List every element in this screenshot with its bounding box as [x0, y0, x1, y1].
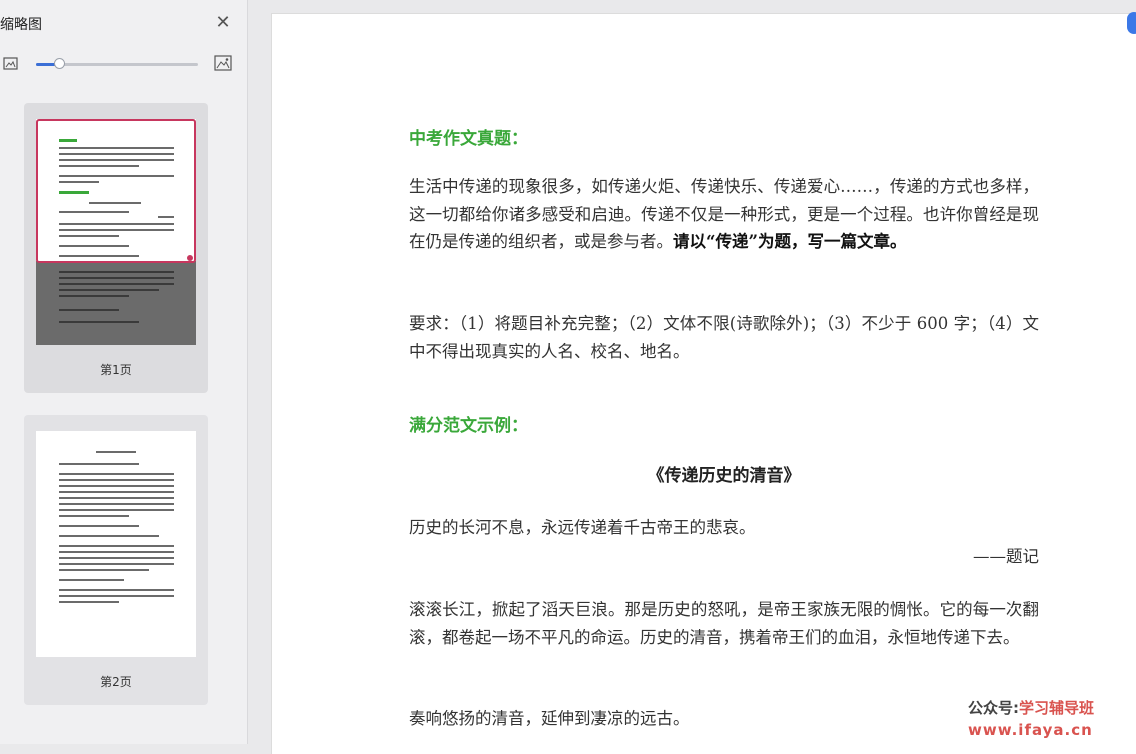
thumbnail-page-2-label: 第2页	[100, 675, 132, 689]
thumbnail-page-1[interactable]: 第1页	[24, 103, 208, 393]
requirement-paragraph: 要求：（1）将题目补充完整；（2）文体不限(诗歌除外)；（3）不少于 600 字…	[409, 314, 1039, 361]
sidebar-title: 缩略图	[0, 17, 42, 33]
watermark-name: 学习辅导班	[1019, 699, 1095, 717]
prompt-instruction: 请以“传递”为题，写一篇文章。	[673, 232, 907, 251]
watermark-prefix: 公众号:	[968, 699, 1019, 717]
prompt-paragraph: 生活中传递的现象很多，如传递火炬、传递快乐、传递爱心……，传递的方式也多样，这一…	[409, 173, 1039, 256]
exam-heading: 中考作文真题：	[409, 129, 528, 149]
epigraph-note: ——题记	[973, 547, 1039, 566]
essay-paragraph-3: 奏响悠扬的清音，延伸到凄凉的远古。	[409, 709, 690, 728]
thumbnail-page-2-preview	[36, 431, 196, 657]
zoom-slider[interactable]	[36, 58, 198, 69]
thumbnail-page-1-label: 第1页	[100, 363, 132, 377]
close-icon[interactable]: ✕	[214, 14, 232, 32]
image-large-icon[interactable]	[214, 55, 232, 72]
visible-area-resize-handle[interactable]	[187, 255, 193, 261]
essay-line-1: 历史的长河不息，永远传递着千古帝王的悲哀。	[409, 518, 756, 537]
visible-area-frame[interactable]	[36, 119, 196, 263]
watermark-text: 公众号:学习辅导班	[968, 697, 1094, 718]
thumbnail-page-2[interactable]: 第2页	[24, 415, 208, 705]
thumbnail-sidebar: 缩略图 ✕ 第1页 第2页	[0, 0, 248, 744]
image-small-icon[interactable]	[3, 57, 19, 71]
essay-paragraph-2: 滚滚长江，掀起了滔天巨浪。那是历史的怒吼，是帝王家族无限的惆怅。它的每一次翻滚，…	[409, 600, 1039, 647]
sample-heading: 满分范文示例：	[409, 416, 528, 436]
zoom-slider-thumb[interactable]	[54, 58, 65, 69]
watermark-url: www.ifaya.cn	[968, 721, 1093, 739]
essay-title: 《传递历史的清音》	[647, 466, 801, 486]
assistant-floating-button[interactable]	[1127, 12, 1136, 34]
